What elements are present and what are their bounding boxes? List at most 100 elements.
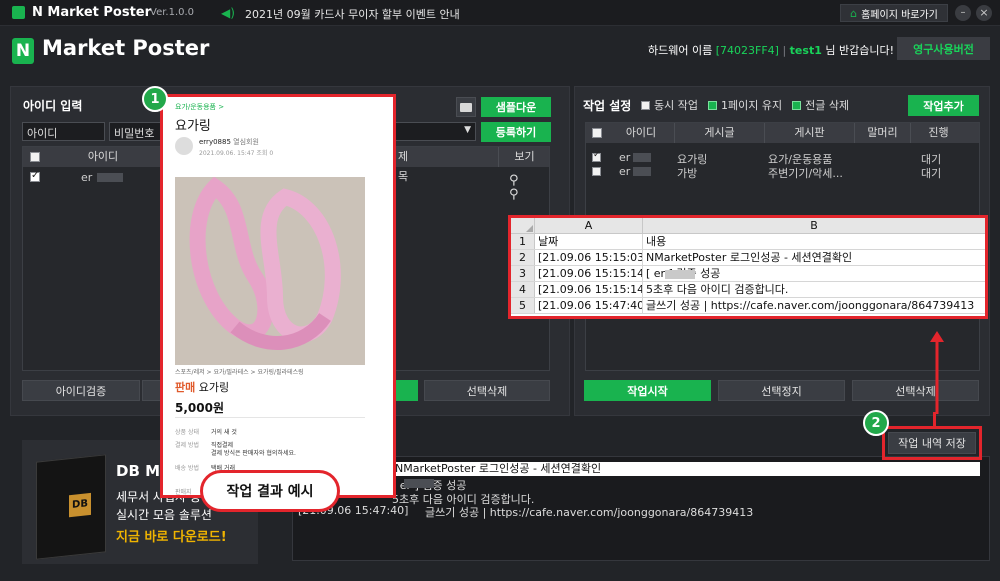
delete-task-button[interactable]: 선택삭제 [852, 380, 979, 401]
preview-breadcrumb: 요가/운동용품 > [175, 103, 225, 111]
minimize-button[interactable]: – [955, 5, 971, 21]
notice-text[interactable]: 2021년 09월 카드사 무이자 할부 이벤트 안내 [245, 6, 460, 22]
col-view: 보기 [498, 147, 550, 167]
excel-cell-a: [21.09.06 15:15:14] [535, 282, 643, 297]
app-icon [12, 6, 25, 19]
row-status: 대기 [921, 167, 942, 180]
folder-button[interactable] [456, 97, 476, 117]
preview-author: erry0885 열심회원 [199, 137, 259, 147]
sample-download-button[interactable]: 샘플다운 [481, 97, 551, 117]
excel-row-number: 4 [511, 282, 535, 297]
close-button[interactable]: × [976, 5, 992, 21]
select-all-checkbox[interactable] [30, 152, 40, 162]
logo-text: Market Poster [42, 36, 210, 60]
chevron-down-icon: ▼ [464, 125, 471, 135]
register-button[interactable]: 등록하기 [481, 122, 551, 142]
row-post: 가방 [677, 167, 698, 180]
pay-note: 결제 방식은 판매자와 협의하세요. [211, 450, 296, 457]
col-board: 게시판 [764, 123, 854, 143]
avatar [175, 137, 193, 155]
product-photo [175, 177, 365, 365]
hw-id: [74023FF4] [715, 44, 779, 57]
col-title: 제목 [397, 150, 409, 183]
masked-text [665, 270, 695, 279]
log-line: 글쓰기 성공 | https://cafe.naver.com/joonggon… [425, 506, 754, 519]
id-input[interactable]: 아이디 [22, 122, 105, 141]
masked-text [633, 167, 651, 176]
license-button[interactable]: 영구사용버전 [897, 37, 990, 60]
col-prefix: 말머리 [854, 123, 910, 143]
excel-row-number: 5 [511, 298, 535, 313]
excel-row-number: 1 [511, 234, 535, 249]
view-search-icon[interactable]: ⚲ [509, 173, 519, 188]
excel-col-a: A [535, 218, 643, 233]
task-options: 동시 작업 1페이지 유지 전글 삭제 [641, 97, 849, 113]
masked-text [97, 173, 123, 182]
app-version: Ver.1.0.0 [150, 7, 195, 18]
table-row[interactable]: ✓ er 요가링 요가/운동용품 대기 [586, 150, 979, 166]
excel-cell-b: 5초후 다음 아이디 검증합니다. [646, 283, 789, 296]
excel-row-number: 3 [511, 266, 535, 281]
sale-tag: 판매 [175, 381, 196, 394]
home-icon: ⌂ [850, 6, 858, 20]
keep-page-label: 1페이지 유지 [720, 99, 783, 112]
start-task-button[interactable]: 작업시작 [584, 380, 711, 401]
excel-cell-b: NMarketPoster 로그인성공 - 세션연결확인 [646, 251, 853, 264]
table-row[interactable]: ✓ er [23, 167, 169, 187]
excel-table: A B 1 날짜 내용 2 [21.09.06 15:15:03] NMarketPost… [511, 218, 985, 314]
ad-line2: 실시간 모음 솔루션 [116, 508, 212, 522]
col-id: 아이디 [87, 150, 119, 163]
item-name: 요가링 [198, 381, 230, 394]
id-table: 아이디 ✓ er [22, 146, 170, 371]
save-history-button[interactable]: 작업 내역 저장 [888, 432, 976, 454]
excel-header: A B [511, 218, 985, 234]
pay-label: 결제 방법 [175, 442, 199, 449]
concurrent-checkbox[interactable] [641, 100, 650, 110]
arrow-connector [933, 412, 936, 428]
keep-page-checkbox[interactable] [707, 100, 717, 110]
ad-cta: 지금 바로 다운로드! [116, 530, 227, 545]
delete-all-label: 전글 삭제 [805, 99, 850, 112]
preview-title: 요가링 [175, 119, 211, 134]
verify-id-button[interactable]: 아이디검증 [22, 380, 140, 401]
add-task-button[interactable]: 작업추가 [908, 95, 979, 116]
log-line-selected[interactable]: NMarketPoster 로그인성공 - 세션연결확인 [392, 462, 980, 476]
preview-category: 스포츠/레저 > 요가/필라테스 > 요가링/필라테스링 [175, 369, 304, 376]
check-icon: ✓ [31, 170, 40, 181]
author-name: erry0885 [199, 138, 231, 146]
view-search-icon[interactable]: ⚲ [509, 187, 519, 202]
arrow-up-icon [930, 331, 944, 414]
excel-cell-a: [21.09.06 15:15:14] [535, 266, 643, 281]
header: N Market Poster 하드웨어 이름 [74023FF4] | tes… [0, 26, 1000, 78]
post-delete-button[interactable]: 선택삭제 [424, 380, 550, 401]
folder-icon [460, 102, 472, 112]
col-post: 게시글 [674, 123, 764, 143]
user-name: test1 [789, 44, 822, 57]
excel-row[interactable]: 4 [21.09.06 15:15:14] 5초후 다음 아이디 검증합니다. [511, 282, 985, 298]
row-checkbox[interactable] [592, 167, 601, 176]
excel-cell-b: [ er ] 검증 성공 [646, 267, 721, 280]
id-table-header: 아이디 [23, 147, 169, 167]
author-tag: 열심회원 [233, 138, 259, 146]
excel-row[interactable]: 5 [21.09.06 15:47:40] 글쓰기 성공 | https://caf… [511, 298, 985, 314]
excel-row[interactable]: 2 [21.09.06 15:15:03] NMarketPoster 로그인성공 … [511, 250, 985, 266]
masked-text [404, 479, 434, 488]
cond-label: 상품 상태 [175, 429, 199, 436]
excel-row[interactable]: 3[21.09.06 15:15:14][ er ] 검증 성공 [511, 266, 985, 282]
select-all-checkbox[interactable] [592, 128, 602, 138]
post-table-header: 제목 보기 [393, 147, 550, 183]
excel-corner [511, 218, 535, 233]
home-button[interactable]: ⌂ 홈페이지 바로가기 [840, 4, 948, 22]
preview-item: 판매 요가링 [175, 379, 229, 395]
table-row[interactable]: er 가방 주변기기/악세... 대기 [586, 165, 979, 180]
stop-task-button[interactable]: 선택정지 [718, 380, 845, 401]
box-logo: DB [69, 492, 91, 518]
excel-col-b: B [810, 219, 818, 232]
task-panel-title: 작업 설정 [583, 99, 632, 113]
task-table-header: 아이디 게시글 게시판 말머리 진행 [586, 123, 979, 143]
delete-all-checkbox[interactable] [792, 100, 802, 110]
board-select[interactable]: ▼ [392, 122, 476, 141]
excel-row-number: 2 [511, 250, 535, 265]
badge-two: 2 [863, 410, 889, 436]
excel-row[interactable]: 1 날짜 내용 [511, 234, 985, 250]
